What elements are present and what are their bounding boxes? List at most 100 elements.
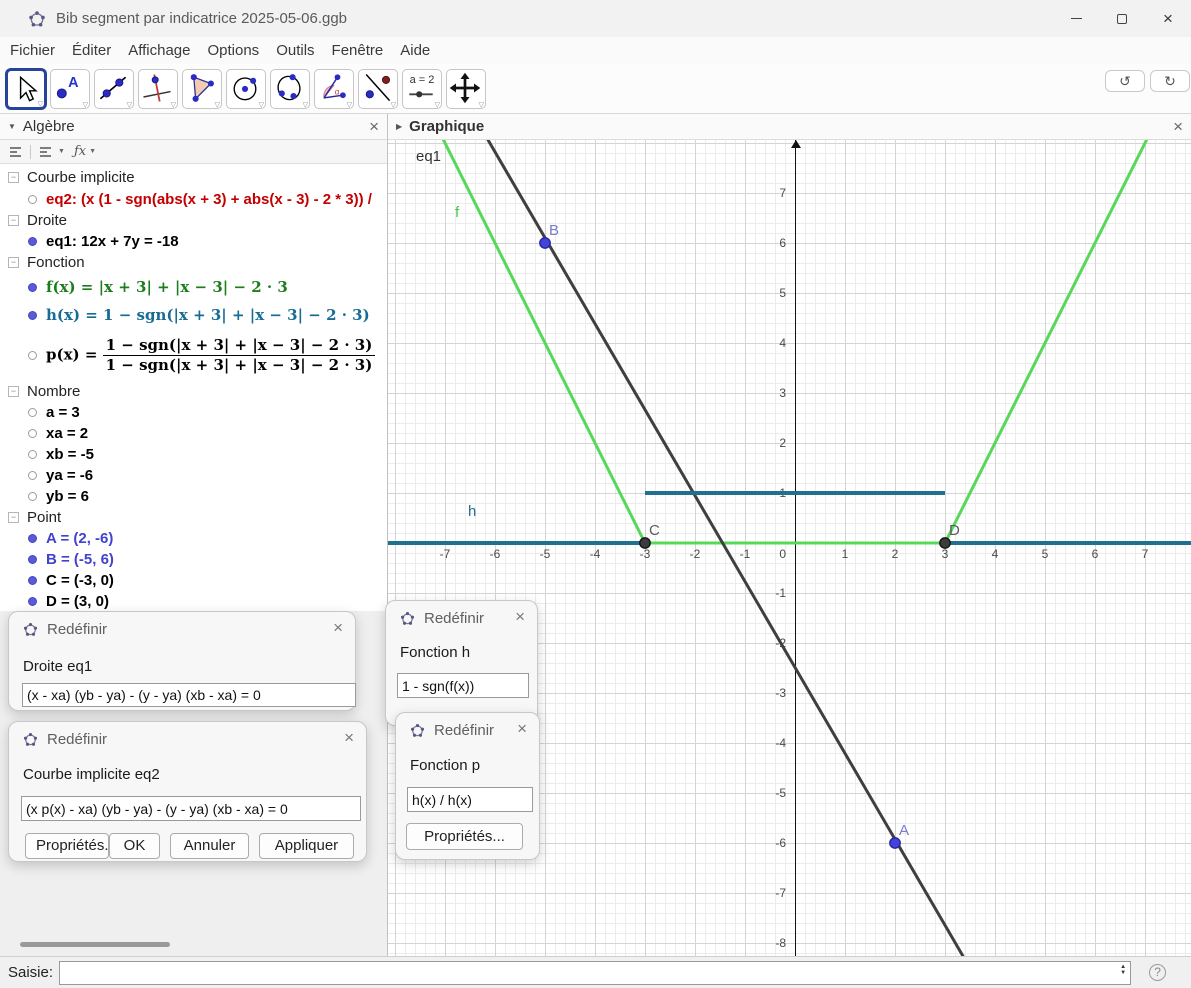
tool-dropdown-icon[interactable]: ▽ [171, 101, 176, 109]
tool-dropdown-icon[interactable]: ▽ [127, 101, 132, 109]
tool-dropdown-icon[interactable]: ▽ [479, 101, 484, 109]
tree-item-xb[interactable]: xb = -5 [0, 444, 387, 465]
tree-item-A[interactable]: A = (2, -6) [0, 528, 387, 549]
collapse-minus-icon[interactable]: − [8, 257, 19, 268]
visibility-dot-on[interactable] [28, 597, 37, 606]
apply-button[interactable]: Appliquer [259, 833, 354, 859]
collapse-minus-icon[interactable]: − [8, 512, 19, 523]
cancel-button[interactable]: Annuler [170, 833, 249, 859]
visibility-dot-off[interactable] [28, 351, 37, 360]
reflection-tool[interactable]: ▽ [358, 69, 398, 109]
tool-dropdown-icon[interactable]: ▽ [83, 101, 88, 109]
curve-f[interactable] [442, 140, 1148, 543]
close-icon[interactable]: × [333, 619, 343, 636]
visibility-dot-off[interactable] [28, 471, 37, 480]
visibility-dot-off[interactable] [28, 492, 37, 501]
visibility-dot-off[interactable] [28, 450, 37, 459]
input-history-spinner[interactable]: ▲ ▼ [1120, 964, 1126, 976]
line-tool[interactable]: ▽ [94, 69, 134, 109]
tree-item-p[interactable]: p(x) = 1 − sgn(|x + 3| + |x − 3| − 2 · 3… [0, 329, 387, 381]
tree-item-eq1[interactable]: eq1: 12x + 7y = -18 [0, 231, 387, 252]
redefine-input[interactable] [22, 683, 356, 707]
fx-filter-icon[interactable]: ƒx [74, 144, 86, 159]
redo-button[interactable]: ↻ [1150, 70, 1190, 92]
tree-group-droite[interactable]: −Droite [0, 210, 387, 231]
close-icon[interactable]: × [515, 608, 525, 625]
redefine-input[interactable] [407, 787, 533, 812]
dialog-title-bar[interactable]: Redéfinir × [9, 722, 366, 748]
close-icon[interactable]: × [344, 729, 354, 746]
help-icon[interactable]: ? [1149, 964, 1166, 981]
visibility-dot-on[interactable] [28, 555, 37, 564]
properties-button[interactable]: Propriétés... [406, 823, 523, 850]
redefine-input[interactable] [397, 673, 529, 698]
visibility-dot-on[interactable] [28, 576, 37, 585]
sort-objects-icon[interactable] [40, 147, 51, 157]
redefine-input[interactable] [21, 796, 361, 821]
tool-dropdown-icon[interactable]: ▽ [259, 101, 264, 109]
tree-group-point[interactable]: −Point [0, 507, 387, 528]
perpendicular-line-tool[interactable]: ▽ [138, 69, 178, 109]
visibility-dot-on[interactable] [28, 283, 37, 292]
move-tool[interactable]: ▽ [6, 69, 46, 109]
undo-button[interactable]: ↺ [1105, 70, 1145, 92]
point-A[interactable] [890, 838, 900, 848]
tree-item-a[interactable]: a = 3 [0, 402, 387, 423]
close-icon[interactable]: × [369, 118, 379, 135]
close-button[interactable]: × [1145, 0, 1191, 37]
dialog-title-bar[interactable]: Redéfinir × [9, 612, 355, 638]
tool-dropdown-icon[interactable]: ▽ [347, 101, 352, 109]
auxiliary-objects-icon[interactable] [10, 147, 21, 157]
tree-group-courbe-implicite[interactable]: −Courbe implicite [0, 167, 387, 188]
tree-item-D[interactable]: D = (3, 0) [0, 591, 387, 611]
menu-editer[interactable]: Éditer [72, 42, 111, 59]
point-C[interactable] [640, 538, 650, 548]
expand-triangle-icon[interactable]: ▶ [396, 122, 402, 131]
chevron-down-icon[interactable]: ▼ [58, 148, 65, 155]
collapse-minus-icon[interactable]: − [8, 215, 19, 226]
collapse-minus-icon[interactable]: − [8, 172, 19, 183]
visibility-dot-on[interactable] [28, 237, 37, 246]
menu-fichier[interactable]: Fichier [10, 42, 55, 59]
point-D[interactable] [940, 538, 950, 548]
tree-group-fonction[interactable]: −Fonction [0, 252, 387, 273]
tool-dropdown-icon[interactable]: ▽ [391, 101, 396, 109]
tree-item-xa[interactable]: xa = 2 [0, 423, 387, 444]
visibility-dot-on[interactable] [28, 534, 37, 543]
chevron-down-icon[interactable]: ▼ [89, 148, 96, 155]
dialog-title-bar[interactable]: Redéfinir × [396, 713, 539, 739]
conic-tool[interactable]: ▽ [270, 69, 310, 109]
collapse-minus-icon[interactable]: − [8, 386, 19, 397]
line-eq1[interactable] [484, 140, 964, 956]
visibility-dot-off[interactable] [28, 408, 37, 417]
dialog-title-bar[interactable]: Redéfinir × [386, 601, 537, 627]
point-tool[interactable]: A▽ [50, 69, 90, 109]
tree-item-h[interactable]: h(x) = 1 − sgn(|x + 3| + |x − 3| − 2 · 3… [0, 301, 387, 329]
tree-item-B[interactable]: B = (-5, 6) [0, 549, 387, 570]
menu-fenetre[interactable]: Fenêtre [332, 42, 384, 59]
visibility-dot-off[interactable] [28, 429, 37, 438]
close-icon[interactable]: × [517, 720, 527, 737]
visibility-dot-off[interactable] [28, 195, 37, 204]
menu-outils[interactable]: Outils [276, 42, 314, 59]
tool-dropdown-icon[interactable]: ▽ [38, 100, 43, 108]
tree-item-f[interactable]: f(x) = |x + 3| + |x − 3| − 2 · 3 [0, 273, 387, 301]
tool-dropdown-icon[interactable]: ▽ [435, 101, 440, 109]
close-icon[interactable]: × [1173, 118, 1183, 135]
horizontal-scrollbar[interactable] [20, 942, 170, 947]
tree-item-eq2[interactable]: eq2: (x (1 - sgn(abs(x + 3) + abs(x - 3)… [0, 188, 387, 210]
move-graphics-tool[interactable]: ▽ [446, 69, 486, 109]
circle-tool[interactable]: ▽ [226, 69, 266, 109]
tool-dropdown-icon[interactable]: ▽ [215, 101, 220, 109]
minimize-button[interactable] [1053, 0, 1099, 37]
ok-button[interactable]: OK [109, 833, 160, 859]
properties-button[interactable]: Propriétés... [25, 833, 109, 859]
tree-item-yb[interactable]: yb = 6 [0, 486, 387, 507]
angle-tool[interactable]: α▽ [314, 69, 354, 109]
visibility-dot-on[interactable] [28, 311, 37, 320]
maximize-button[interactable] [1099, 0, 1145, 37]
point-B[interactable] [540, 238, 550, 248]
tool-dropdown-icon[interactable]: ▽ [303, 101, 308, 109]
slider-tool[interactable]: a = 2▽ [402, 69, 442, 109]
tree-item-ya[interactable]: ya = -6 [0, 465, 387, 486]
